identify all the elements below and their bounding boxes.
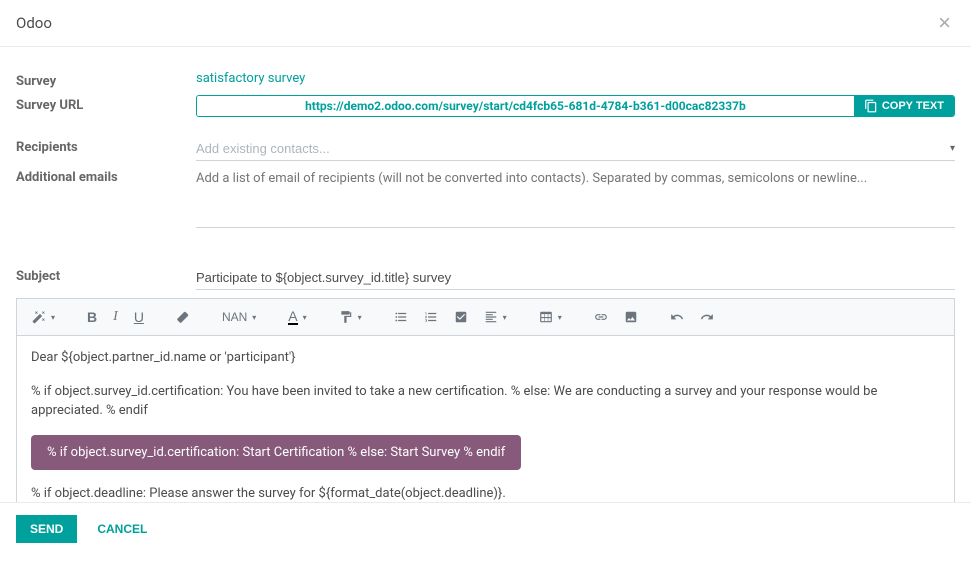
recipients-dropdown-icon[interactable]: ▾ <box>950 143 955 154</box>
survey-url-group: https://demo2.odoo.com/survey/start/cd4f… <box>196 95 955 117</box>
survey-link[interactable]: satisfactory survey <box>196 71 305 86</box>
caret-icon: ▾ <box>303 313 307 322</box>
survey-label: Survey <box>16 71 196 89</box>
undo-icon <box>670 310 684 324</box>
recipients-input[interactable] <box>196 137 955 161</box>
close-button[interactable]: × <box>934 12 955 34</box>
checklist-button[interactable] <box>447 306 475 328</box>
copy-text-button[interactable]: COPY TEXT <box>854 96 954 116</box>
cancel-button[interactable]: CANCEL <box>83 515 161 543</box>
body-greeting: Dear ${object.partner_id.name or 'partic… <box>31 348 940 368</box>
caret-icon: ▾ <box>51 313 55 322</box>
font-family-dropdown[interactable]: NAN ▾ <box>215 306 263 328</box>
survey-url-value: https://demo2.odoo.com/survey/start/cd4f… <box>197 96 854 116</box>
underline-button[interactable]: U <box>127 305 151 329</box>
subject-label: Subject <box>16 266 196 284</box>
magic-icon <box>32 310 46 324</box>
survey-url-label: Survey URL <box>16 95 196 113</box>
bold-button[interactable]: B <box>80 305 104 329</box>
modal-footer: SEND CANCEL <box>0 502 971 555</box>
rich-text-editor: ▾ B I U NAN ▾ A ▾ <box>16 298 955 502</box>
editor-toolbar: ▾ B I U NAN ▾ A ▾ <box>17 299 954 336</box>
modal-header: Odoo × <box>0 0 971 47</box>
row-subject: Subject <box>16 266 955 290</box>
eraser-icon <box>176 310 190 324</box>
row-additional-emails: Additional emails <box>16 167 955 232</box>
modal-title: Odoo <box>16 14 52 32</box>
italic-button[interactable]: I <box>106 305 125 329</box>
modal-body: Survey satisfactory survey Survey URL ht… <box>0 47 971 502</box>
additional-emails-input[interactable] <box>196 167 955 228</box>
align-icon <box>484 310 498 324</box>
row-survey-url: Survey URL https://demo2.odoo.com/survey… <box>16 95 955 117</box>
caret-icon: ▾ <box>503 313 507 322</box>
font-color-dropdown[interactable]: A ▾ <box>281 305 313 329</box>
caret-icon: ▾ <box>358 313 362 322</box>
image-button[interactable] <box>617 306 645 328</box>
link-icon <box>594 310 608 324</box>
copy-icon <box>864 99 878 113</box>
caret-icon: ▾ <box>252 313 256 322</box>
clear-format-button[interactable] <box>169 306 197 328</box>
subject-input[interactable] <box>196 266 955 290</box>
modal-body-scroll[interactable]: Survey satisfactory survey Survey URL ht… <box>0 47 971 502</box>
body-action-button[interactable]: % if object.survey_id.certification: Sta… <box>31 435 521 471</box>
recipients-label: Recipients <box>16 137 196 155</box>
undo-button[interactable] <box>663 306 691 328</box>
redo-button[interactable] <box>693 306 721 328</box>
paint-icon <box>339 310 353 324</box>
redo-icon <box>700 310 714 324</box>
copy-text-label: COPY TEXT <box>882 100 944 112</box>
ordered-list-button[interactable] <box>417 306 445 328</box>
row-survey: Survey satisfactory survey <box>16 71 955 89</box>
send-button[interactable]: SEND <box>16 515 77 543</box>
unordered-list-button[interactable] <box>387 306 415 328</box>
ul-icon <box>394 310 408 324</box>
font-name-label: NAN <box>222 310 247 324</box>
body-deadline: % if object.deadline: Please answer the … <box>31 484 940 502</box>
image-icon <box>624 310 638 324</box>
body-conditional-intro: % if object.survey_id.certification: You… <box>31 382 940 421</box>
check-icon <box>454 310 468 324</box>
align-dropdown[interactable]: ▾ <box>477 306 514 328</box>
link-button[interactable] <box>587 306 615 328</box>
caret-icon: ▾ <box>558 313 562 322</box>
table-icon <box>539 310 553 324</box>
table-dropdown[interactable]: ▾ <box>532 306 569 328</box>
ol-icon <box>424 310 438 324</box>
style-dropdown[interactable]: ▾ <box>25 306 62 328</box>
editor-content[interactable]: Dear ${object.partner_id.name or 'partic… <box>17 336 954 502</box>
highlight-dropdown[interactable]: ▾ <box>332 306 369 328</box>
row-recipients: Recipients ▾ <box>16 137 955 161</box>
additional-emails-label: Additional emails <box>16 167 196 185</box>
